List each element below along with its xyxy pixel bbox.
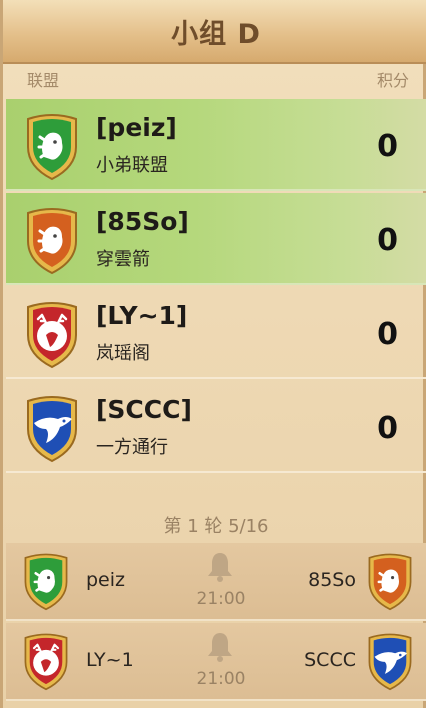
- red-deer-shield-icon: [22, 631, 70, 691]
- match-row[interactable]: peiz 21:00 85So: [6, 543, 426, 621]
- group-panel: 小组 D 联盟 积分 [peiz] 小弟联盟 0 [85So] 穿雲箭 0 [L…: [0, 0, 426, 708]
- orange-lion-shield-icon: [366, 551, 414, 611]
- alliance-score: 0: [377, 223, 398, 258]
- standing-row[interactable]: [85So] 穿雲箭 0: [6, 193, 426, 285]
- alliance-score: 0: [377, 129, 398, 164]
- green-lion-shield-icon: [22, 551, 70, 611]
- match-right-team: SCCC: [304, 649, 356, 671]
- alliance-name: 一方通行: [96, 437, 168, 458]
- match-time: 21:00: [196, 669, 246, 689]
- column-headers: 联盟 积分: [3, 66, 426, 96]
- group-header: 小组 D: [3, 0, 426, 64]
- blue-eagle-shield-icon: [24, 393, 80, 463]
- alliance-score: 0: [377, 317, 398, 352]
- standing-row[interactable]: [LY~1] 岚瑶阁 0: [6, 287, 426, 379]
- alliance-tag: [LY~1]: [96, 301, 188, 330]
- bell-icon[interactable]: [202, 629, 238, 665]
- alliance-score: 0: [377, 411, 398, 446]
- alliance-tag: [85So]: [96, 207, 189, 236]
- group-title: 小组 D: [171, 18, 261, 50]
- match-time: 21:00: [196, 589, 246, 609]
- round-label: 第 1 轮 5/16: [163, 516, 269, 537]
- match-left-team: peiz: [86, 569, 126, 591]
- green-lion-shield-icon: [24, 111, 80, 181]
- bell-icon[interactable]: [202, 549, 238, 585]
- alliance-name: 小弟联盟: [96, 155, 168, 176]
- alliance-name: 穿雲箭: [96, 249, 150, 270]
- standing-row[interactable]: [peiz] 小弟联盟 0: [6, 99, 426, 191]
- alliance-name: 岚瑶阁: [96, 343, 150, 364]
- column-points-label: 积分: [376, 71, 409, 90]
- match-left-team: LY~1: [86, 649, 134, 671]
- column-alliance-label: 联盟: [27, 71, 60, 90]
- match-row[interactable]: LY~1 21:00 SCCC: [6, 623, 426, 701]
- alliance-tag: [peiz]: [96, 113, 177, 142]
- orange-lion-shield-icon: [24, 205, 80, 275]
- red-deer-shield-icon: [24, 299, 80, 369]
- blue-eagle-shield-icon: [366, 631, 414, 691]
- alliance-tag: [SCCC]: [96, 395, 192, 424]
- standing-row[interactable]: [SCCC] 一方通行 0: [6, 381, 426, 473]
- match-right-team: 85So: [308, 569, 356, 591]
